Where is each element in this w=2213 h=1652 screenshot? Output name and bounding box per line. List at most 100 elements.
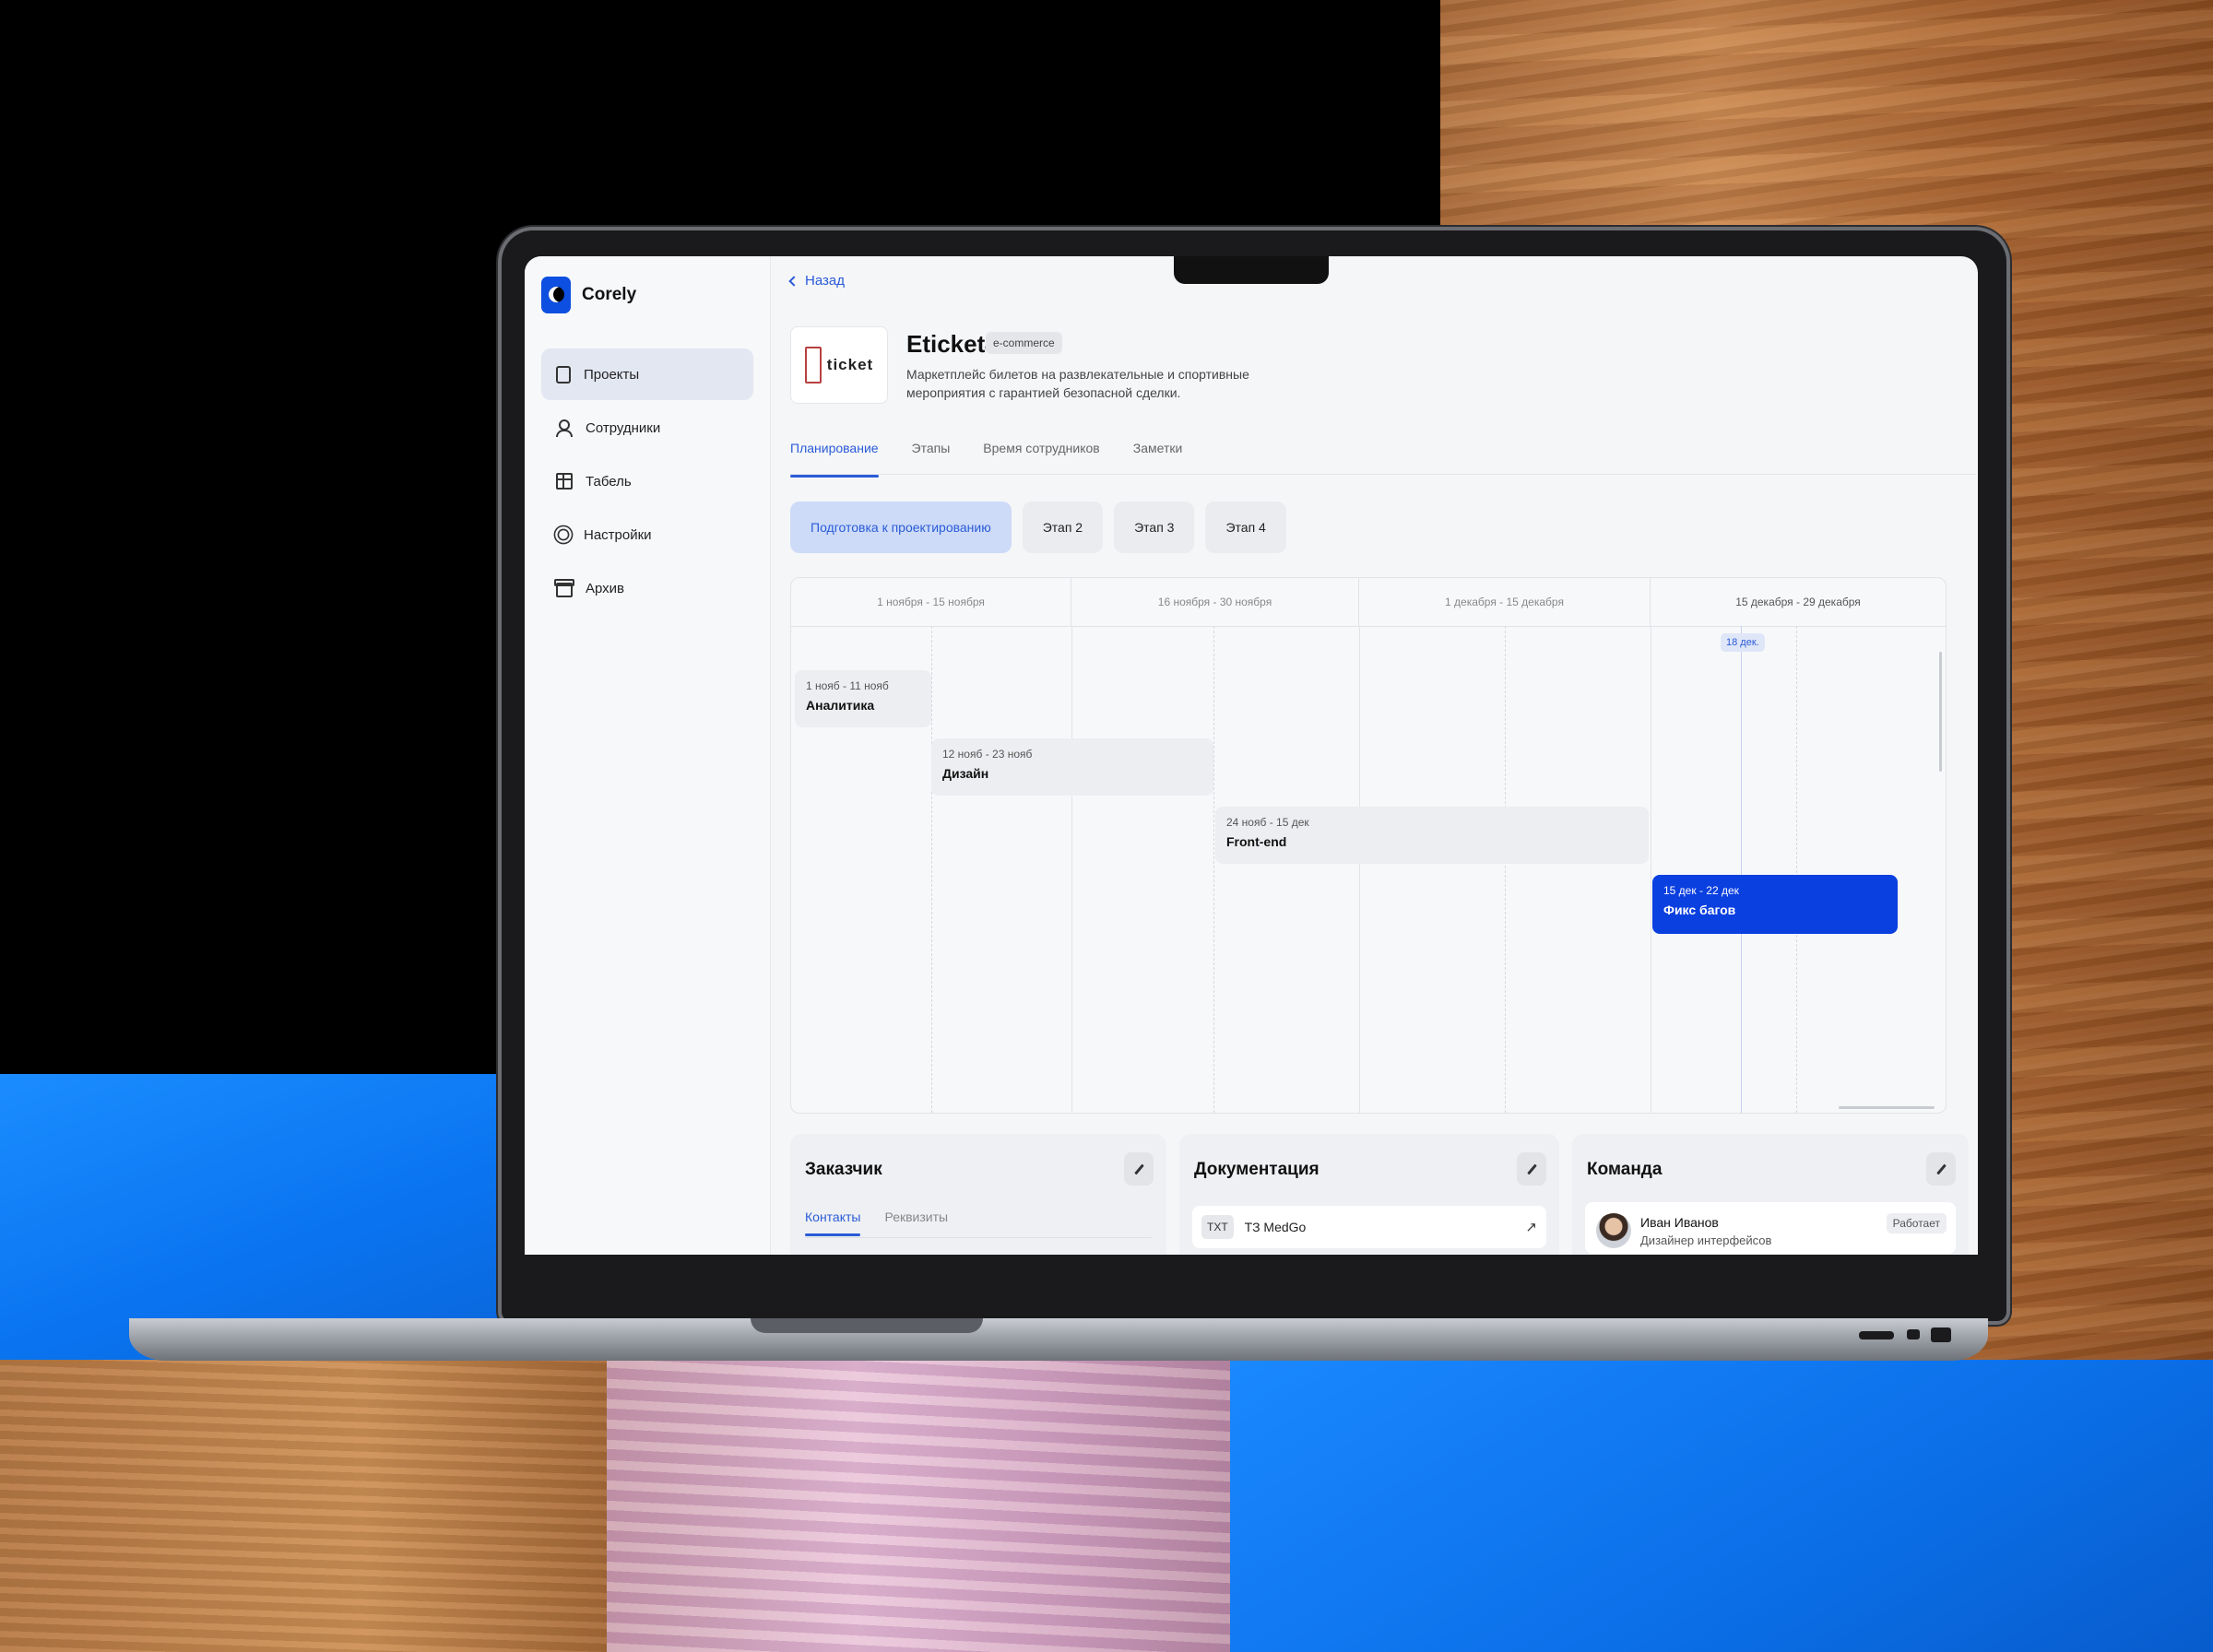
table-icon <box>556 473 573 490</box>
gantt-chart: 1 ноября - 15 ноября 16 ноября - 30 нояб… <box>790 577 1947 1114</box>
edit-button[interactable] <box>1517 1152 1546 1186</box>
gantt-gridline <box>1213 626 1214 1113</box>
archive-icon <box>554 578 574 597</box>
gantt-gridline <box>1505 626 1506 1113</box>
tab-notes[interactable]: Заметки <box>1133 437 1183 474</box>
clipboard-icon <box>556 365 571 384</box>
tab-stages[interactable]: Этапы <box>912 437 951 474</box>
gantt-task[interactable]: 24 нояб - 15 дек Front-end <box>1215 807 1649 864</box>
stage-button-3[interactable]: Этап 3 <box>1114 502 1195 553</box>
gantt-gridline <box>1359 626 1360 1113</box>
task-dates: 12 нояб - 23 нояб <box>942 748 1033 761</box>
brand-logo-icon <box>541 277 571 313</box>
back-label: Назад <box>805 273 845 289</box>
gantt-period: 15 декабря - 29 декабря <box>1735 596 1861 608</box>
pencil-icon <box>1935 1163 1947 1174</box>
sidebar-item-label: Проекты <box>584 366 640 383</box>
sidebar-item-label: Архив <box>586 580 625 596</box>
gantt-gridline <box>931 626 932 1113</box>
sidebar-item-employees[interactable]: Сотрудники <box>541 402 753 454</box>
tab-employee-time[interactable]: Время сотрудников <box>983 437 1099 474</box>
tab-planning[interactable]: Планирование <box>790 437 879 478</box>
status-badge: Работает <box>1886 1213 1947 1233</box>
laptop-base-notch <box>751 1318 983 1333</box>
sidebar-item-label: Настройки <box>584 526 652 543</box>
pencil-icon <box>1526 1163 1537 1174</box>
gantt-period: 1 декабря - 15 декабря <box>1359 578 1651 626</box>
gantt-period: 1 ноября - 15 ноября <box>791 578 1071 626</box>
file-type-badge: TXT <box>1201 1215 1234 1239</box>
gantt-today-badge: 18 дек. <box>1721 633 1765 652</box>
stage-button-1[interactable]: Подготовка к проектированию <box>790 502 1012 553</box>
stage-button-4[interactable]: Этап 4 <box>1205 502 1286 553</box>
backdrop-wood-block-bottom-left <box>0 1360 607 1652</box>
card-title: Документация <box>1194 1160 1320 1179</box>
team-card: Команда Иван Иванов Дизайнер интерфейсов… <box>1572 1134 1969 1255</box>
gantt-horizontal-scrollbar[interactable] <box>1839 1106 1935 1109</box>
document-name: ТЗ MedGo <box>1244 1220 1307 1234</box>
sidebar-nav: Проекты Сотрудники Табель Настройки Архи… <box>541 348 753 616</box>
gantt-header: 1 ноября - 15 ноября 16 ноября - 30 нояб… <box>791 578 1946 627</box>
main-content: Назад ticket Eticket4 e-commerce Маркетп… <box>770 256 1978 1255</box>
gantt-period: 16 ноября - 30 ноября <box>1071 578 1359 626</box>
backdrop-blue-block-bottom-right <box>1230 1360 2213 1652</box>
task-name: Дизайн <box>942 766 989 781</box>
gantt-task-highlighted[interactable]: 15 дек - 22 дек Фикс багов <box>1652 875 1898 934</box>
project-logo: ticket <box>790 326 888 404</box>
external-link-icon[interactable]: ↗ <box>1525 1219 1537 1235</box>
brand-name: Corely <box>582 285 637 304</box>
page-title: Eticket4 <box>906 330 999 358</box>
gantt-today-line <box>1741 626 1742 1113</box>
avatar <box>1596 1213 1631 1248</box>
gantt-task[interactable]: 1 нояб - 11 нояб Аналитика <box>795 670 931 727</box>
member-name: Иван Иванов <box>1640 1215 1719 1230</box>
pencil-icon <box>1133 1163 1144 1174</box>
sidebar-item-label: Сотрудники <box>586 419 661 436</box>
sidebar-item-label: Табель <box>586 473 632 490</box>
sidebar-item-settings[interactable]: Настройки <box>541 509 753 560</box>
back-link[interactable]: Назад <box>788 273 845 289</box>
chevron-left-icon <box>788 275 799 287</box>
gantt-gridline <box>1071 626 1072 1113</box>
customer-tabs: Контакты Реквизиты <box>805 1210 948 1236</box>
sidebar-item-archive[interactable]: Архив <box>541 562 753 614</box>
task-dates: 24 нояб - 15 дек <box>1226 816 1309 829</box>
gear-icon <box>557 528 570 541</box>
project-description: Маркетплейс билетов на развлекательные и… <box>906 367 1249 400</box>
team-member-row[interactable]: Иван Иванов Дизайнер интерфейсов Работае… <box>1585 1202 1956 1254</box>
laptop-port <box>1931 1328 1951 1342</box>
project-tabs: Планирование Этапы Время сотрудников Зам… <box>790 437 1976 478</box>
tab-requisites[interactable]: Реквизиты <box>884 1210 948 1224</box>
gantt-gridline <box>1796 626 1797 1113</box>
document-item[interactable]: TXT ТЗ MedGo ↗ <box>1192 1206 1546 1248</box>
backdrop-pink-block <box>607 1360 1230 1652</box>
task-name: Аналитика <box>806 698 875 713</box>
laptop-base <box>129 1318 1988 1361</box>
sidebar: Corely Проекты Сотрудники Табель Настрой… <box>525 256 771 1255</box>
gantt-task[interactable]: 12 нояб - 23 нояб Дизайн <box>931 738 1213 796</box>
documentation-card: Документация TXT ТЗ MedGo ↗ <box>1179 1134 1559 1255</box>
stage-selector: Подготовка к проектированию Этап 2 Этап … <box>790 502 1286 553</box>
brand[interactable]: Corely <box>541 277 636 313</box>
task-dates: 1 нояб - 11 нояб <box>806 679 889 692</box>
ticket-icon <box>804 347 822 384</box>
tab-contacts[interactable]: Контакты <box>805 1210 861 1236</box>
project-tag-badge: e-commerce <box>986 332 1062 354</box>
sidebar-item-projects[interactable]: Проекты <box>541 348 753 400</box>
task-dates: 15 дек - 22 дек <box>1663 884 1739 897</box>
laptop-port <box>1859 1331 1894 1339</box>
sidebar-item-timesheet[interactable]: Табель <box>541 455 753 507</box>
edit-button[interactable] <box>1124 1152 1154 1186</box>
stage-button-2[interactable]: Этап 2 <box>1022 502 1104 553</box>
users-icon <box>556 419 573 437</box>
edit-button[interactable] <box>1926 1152 1956 1186</box>
app-screen: Corely Проекты Сотрудники Табель Настрой… <box>525 256 1978 1255</box>
camera-notch <box>1174 256 1329 284</box>
task-name: Фикс багов <box>1663 903 1736 917</box>
card-title: Команда <box>1587 1160 1663 1179</box>
card-title: Заказчик <box>805 1160 882 1179</box>
member-role: Дизайнер интерфейсов <box>1640 1233 1772 1247</box>
task-name: Front-end <box>1226 834 1287 849</box>
customer-card: Заказчик Контакты Реквизиты <box>790 1134 1166 1255</box>
gantt-vertical-scrollbar[interactable] <box>1939 652 1942 772</box>
